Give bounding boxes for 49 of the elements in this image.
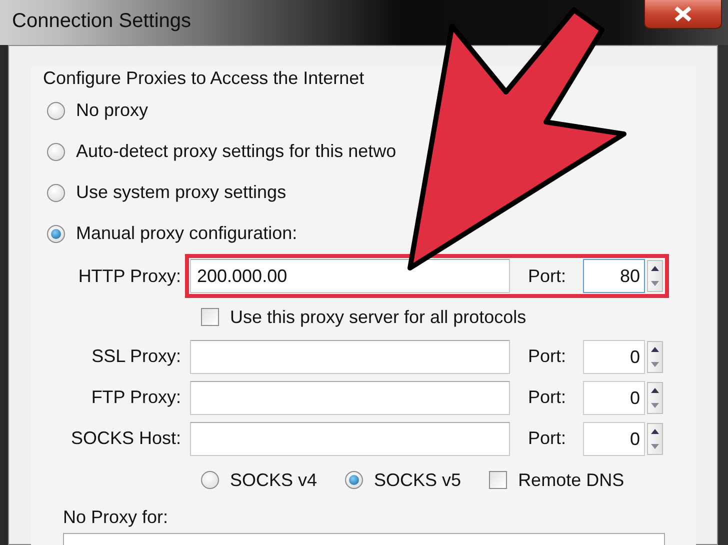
down-arrow-icon[interactable] — [651, 362, 659, 366]
field-label: SSL Proxy: — [90, 346, 181, 367]
spinner[interactable] — [647, 422, 663, 454]
radio-label: Auto-detect proxy settings for this netwo — [76, 141, 396, 162]
input-field[interactable] — [190, 340, 510, 374]
port-field[interactable]: 0 — [583, 340, 645, 374]
radio-button[interactable] — [201, 471, 219, 489]
radio-label: SOCKS v4 — [230, 470, 318, 490]
checkbox-label: Remote DNS — [518, 470, 624, 490]
radio-button[interactable] — [47, 142, 65, 160]
up-arrow-icon[interactable] — [651, 346, 659, 352]
checkbox-label: Use this proxy server for all protocols — [230, 306, 526, 328]
spinner[interactable] — [647, 382, 663, 414]
field-label: No Proxy for: — [63, 506, 168, 528]
up-arrow-icon[interactable] — [651, 266, 659, 271]
input-field[interactable]: 200.000.00 — [190, 259, 510, 293]
down-arrow-icon[interactable] — [651, 444, 659, 448]
spinner[interactable] — [647, 260, 663, 292]
up-arrow-icon[interactable] — [651, 388, 659, 392]
radio-label: No proxy — [76, 100, 148, 121]
port-field[interactable]: 80 — [583, 259, 645, 293]
field-label: FTP Proxy: — [90, 387, 181, 408]
up-arrow-icon[interactable] — [651, 428, 659, 434]
radio-label: SOCKS v5 — [374, 470, 462, 490]
close-button[interactable] — [644, 0, 722, 29]
field-label: SOCKS Host: — [70, 428, 181, 449]
port-field[interactable]: 0 — [583, 380, 645, 414]
radio-button[interactable] — [47, 184, 65, 202]
radio-label: Manual proxy configuration: — [76, 223, 298, 244]
radio-label: Use system proxy settings — [76, 182, 286, 203]
input-field[interactable] — [190, 380, 510, 414]
group-title: Configure Proxies to Access the Internet — [43, 67, 366, 90]
checkbox[interactable] — [489, 471, 508, 489]
down-arrow-icon[interactable] — [651, 281, 659, 286]
field-label: Port: — [528, 346, 568, 367]
field-label: Port: — [528, 387, 568, 408]
input-field[interactable] — [190, 422, 510, 456]
field-label: Port: — [528, 266, 568, 286]
field-label: HTTP Proxy: — [77, 266, 181, 286]
field-label: Port: — [528, 428, 568, 449]
radio-button[interactable] — [345, 471, 364, 489]
radio-button[interactable] — [47, 102, 65, 120]
port-field[interactable]: 0 — [583, 422, 645, 456]
down-arrow-icon[interactable] — [651, 402, 659, 408]
close-icon — [673, 6, 693, 22]
spinner[interactable] — [647, 340, 663, 372]
window-title: Connection Settings — [11, 9, 192, 33]
radio-button[interactable] — [47, 224, 65, 242]
checkbox[interactable] — [201, 308, 219, 326]
